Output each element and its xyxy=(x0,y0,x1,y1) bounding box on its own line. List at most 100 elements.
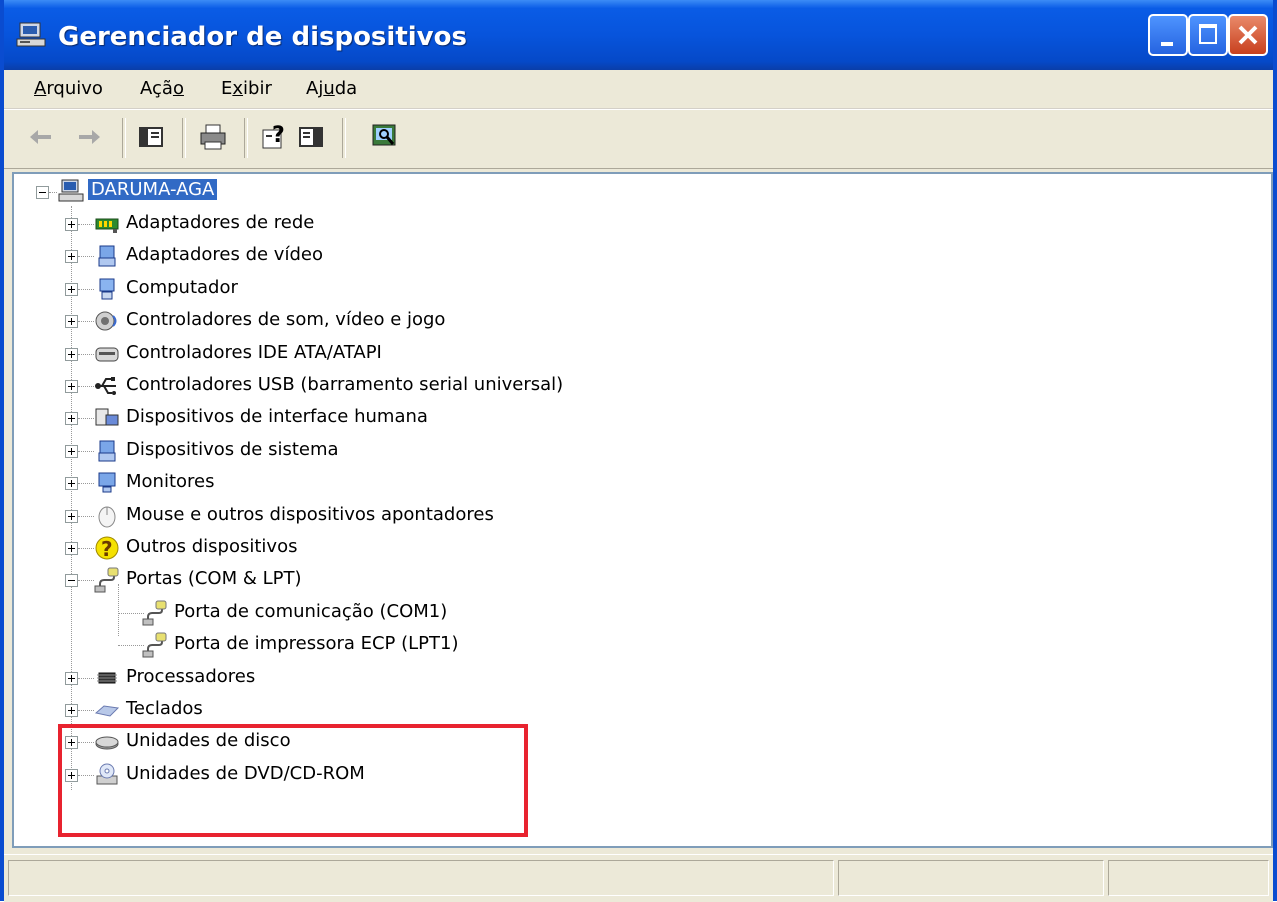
title-bar[interactable]: Gerenciador de dispositivos xyxy=(4,0,1273,70)
annotation-highlight-box xyxy=(58,724,528,837)
expand-toggle[interactable] xyxy=(65,412,78,426)
tree-item-adaptadores-de-video[interactable]: Adaptadores de vídeo xyxy=(14,240,814,270)
forward-icon[interactable] xyxy=(74,122,104,152)
menu-bar: Arquivo Ação Exibir Ajuda xyxy=(4,70,1273,109)
tree-guide xyxy=(78,224,94,225)
menu-label: ibir xyxy=(243,78,272,99)
scan-hardware-icon[interactable] xyxy=(370,122,400,152)
tree-item-label: Outros dispositivos xyxy=(126,536,298,557)
tree-item-label: Adaptadores de rede xyxy=(126,212,315,233)
window-title: Gerenciador de dispositivos xyxy=(58,22,467,52)
tree-guide xyxy=(78,288,94,290)
expand-toggle[interactable] xyxy=(65,380,78,393)
tree-item-dispositivos-de-interface-humana[interactable]: Dispositivos de interface humana xyxy=(14,402,814,432)
tree-item-computador[interactable]: Computador xyxy=(14,273,814,303)
expand-toggle[interactable] xyxy=(65,509,78,523)
tree-item-mouse-e-outros-dispositivos-apontadores[interactable]: Mouse e outros dispositivos apontadores xyxy=(14,500,814,530)
tree-item-label: Teclados xyxy=(126,698,203,719)
close-button[interactable] xyxy=(1228,14,1268,56)
menu-label: Açã xyxy=(140,78,173,99)
tree-guide xyxy=(78,418,94,420)
tree-item-label: Controladores USB (barramento serial uni… xyxy=(126,374,564,395)
tree-item-portas-com-lpt[interactable]: Portas (COM & LPT) xyxy=(14,564,814,594)
menu-label: rquivo xyxy=(46,78,103,99)
menu-accel: x xyxy=(232,78,244,99)
back-icon[interactable] xyxy=(26,122,56,152)
menu-ajuda[interactable]: Ajuda xyxy=(306,78,357,99)
tree-guide xyxy=(78,515,94,517)
tree-item-label: Monitores xyxy=(126,471,215,493)
status-panel-main xyxy=(8,860,834,896)
maximize-icon xyxy=(1199,24,1217,44)
expand-toggle[interactable] xyxy=(65,704,78,717)
tree-item-dispositivos-de-sistema[interactable]: Dispositivos de sistema xyxy=(14,435,814,465)
device-manager-window: Gerenciador de dispositivos Arquivo Ação… xyxy=(0,0,1277,902)
collapse-toggle[interactable] xyxy=(65,574,78,588)
tree-item-label: Controladores IDE ATA/ATAPI xyxy=(126,341,382,363)
menu-exibir[interactable]: Exibir xyxy=(221,78,272,99)
tree-item-teclados[interactable]: Teclados xyxy=(14,694,814,724)
expand-toggle[interactable] xyxy=(65,542,78,555)
menu-arquivo[interactable]: Arquivo xyxy=(34,78,103,99)
expand-toggle[interactable] xyxy=(65,282,78,296)
menu-accel: A xyxy=(34,78,47,99)
processor-icon xyxy=(97,672,117,684)
tree-child-porta-de-impressora-ecp-lpt1[interactable]: Porta de impressora ECP (LPT1) xyxy=(14,629,814,659)
sound-icon xyxy=(95,311,117,331)
tree-item-label: Adaptadores de vídeo xyxy=(126,244,323,266)
tree-item-adaptadores-de-rede[interactable]: Adaptadores de rede xyxy=(14,208,814,238)
usb-icon xyxy=(95,377,116,395)
tree-child-porta-de-comunicacao-com1[interactable]: Porta de comunicação (COM1) xyxy=(14,597,814,627)
tree-guide xyxy=(78,483,94,485)
mouse-icon xyxy=(98,506,116,528)
expand-toggle[interactable] xyxy=(65,477,78,491)
properties-icon[interactable] xyxy=(296,122,326,152)
tree-guide xyxy=(78,548,94,549)
expand-toggle[interactable] xyxy=(65,444,78,458)
tree-item-controladores-ide-ata-atapi[interactable]: Controladores IDE ATA/ATAPI xyxy=(14,338,814,368)
show-hide-console-tree-icon[interactable] xyxy=(136,122,166,152)
svg-text:?: ? xyxy=(101,537,113,561)
tree-guide xyxy=(78,256,94,258)
expand-toggle[interactable] xyxy=(65,347,78,361)
tree-guide xyxy=(78,580,94,582)
unknown-device-icon: ? xyxy=(95,536,119,561)
tree-guide xyxy=(78,677,94,679)
device-tree-pane[interactable]: DARUMA-AGA Adaptadores de rede Adaptadore… xyxy=(12,172,1273,848)
menu-label: E xyxy=(221,78,233,99)
tree-item-controladores-usb-barramento-serial-universal[interactable]: Controladores USB (barramento serial uni… xyxy=(14,370,814,400)
menu-accel: u xyxy=(323,78,335,99)
expand-toggle[interactable] xyxy=(65,250,78,264)
toolbar-separator xyxy=(342,118,346,158)
minimize-button[interactable] xyxy=(1148,14,1188,56)
expand-toggle[interactable] xyxy=(65,315,78,329)
tree-item-controladores-de-som-video-e-jogo[interactable]: Controladores de som, vídeo e jogo xyxy=(14,305,814,335)
tree-item-processadores[interactable]: Processadores xyxy=(14,662,814,692)
hid-icon xyxy=(95,408,119,426)
tree-item-monitores[interactable]: Monitores xyxy=(14,467,814,497)
expand-toggle[interactable] xyxy=(65,671,78,685)
menu-accel: o xyxy=(172,78,184,99)
tree-root[interactable]: DARUMA-AGA xyxy=(14,176,614,206)
tree-item-label: Controladores de som, vídeo e jogo xyxy=(126,309,446,331)
print-icon[interactable] xyxy=(198,122,228,152)
tree-item-label: Computador xyxy=(126,276,238,298)
tree-root-label: DARUMA-AGA xyxy=(88,179,218,200)
maximize-button[interactable] xyxy=(1188,14,1228,56)
tree-guide xyxy=(78,321,94,323)
tree-guide xyxy=(78,353,94,355)
expand-toggle[interactable] xyxy=(65,218,78,231)
port-icon xyxy=(94,567,119,593)
network-adapter-icon xyxy=(95,218,119,233)
menu-acao[interactable]: Ação xyxy=(140,78,184,99)
tree-guide xyxy=(118,645,144,647)
tree-item-label: Portas (COM & LPT) xyxy=(126,568,302,590)
collapse-toggle[interactable] xyxy=(36,186,49,199)
help-icon[interactable]: ? xyxy=(260,122,290,152)
tree-guide xyxy=(49,192,57,193)
computer-icon xyxy=(58,179,84,202)
toolbar-separator xyxy=(182,118,186,158)
tree-guide xyxy=(118,612,144,614)
tree-item-label: Dispositivos de interface humana xyxy=(126,406,428,428)
tree-item-outros-dispositivos[interactable]: ? Outros dispositivos xyxy=(14,532,814,562)
